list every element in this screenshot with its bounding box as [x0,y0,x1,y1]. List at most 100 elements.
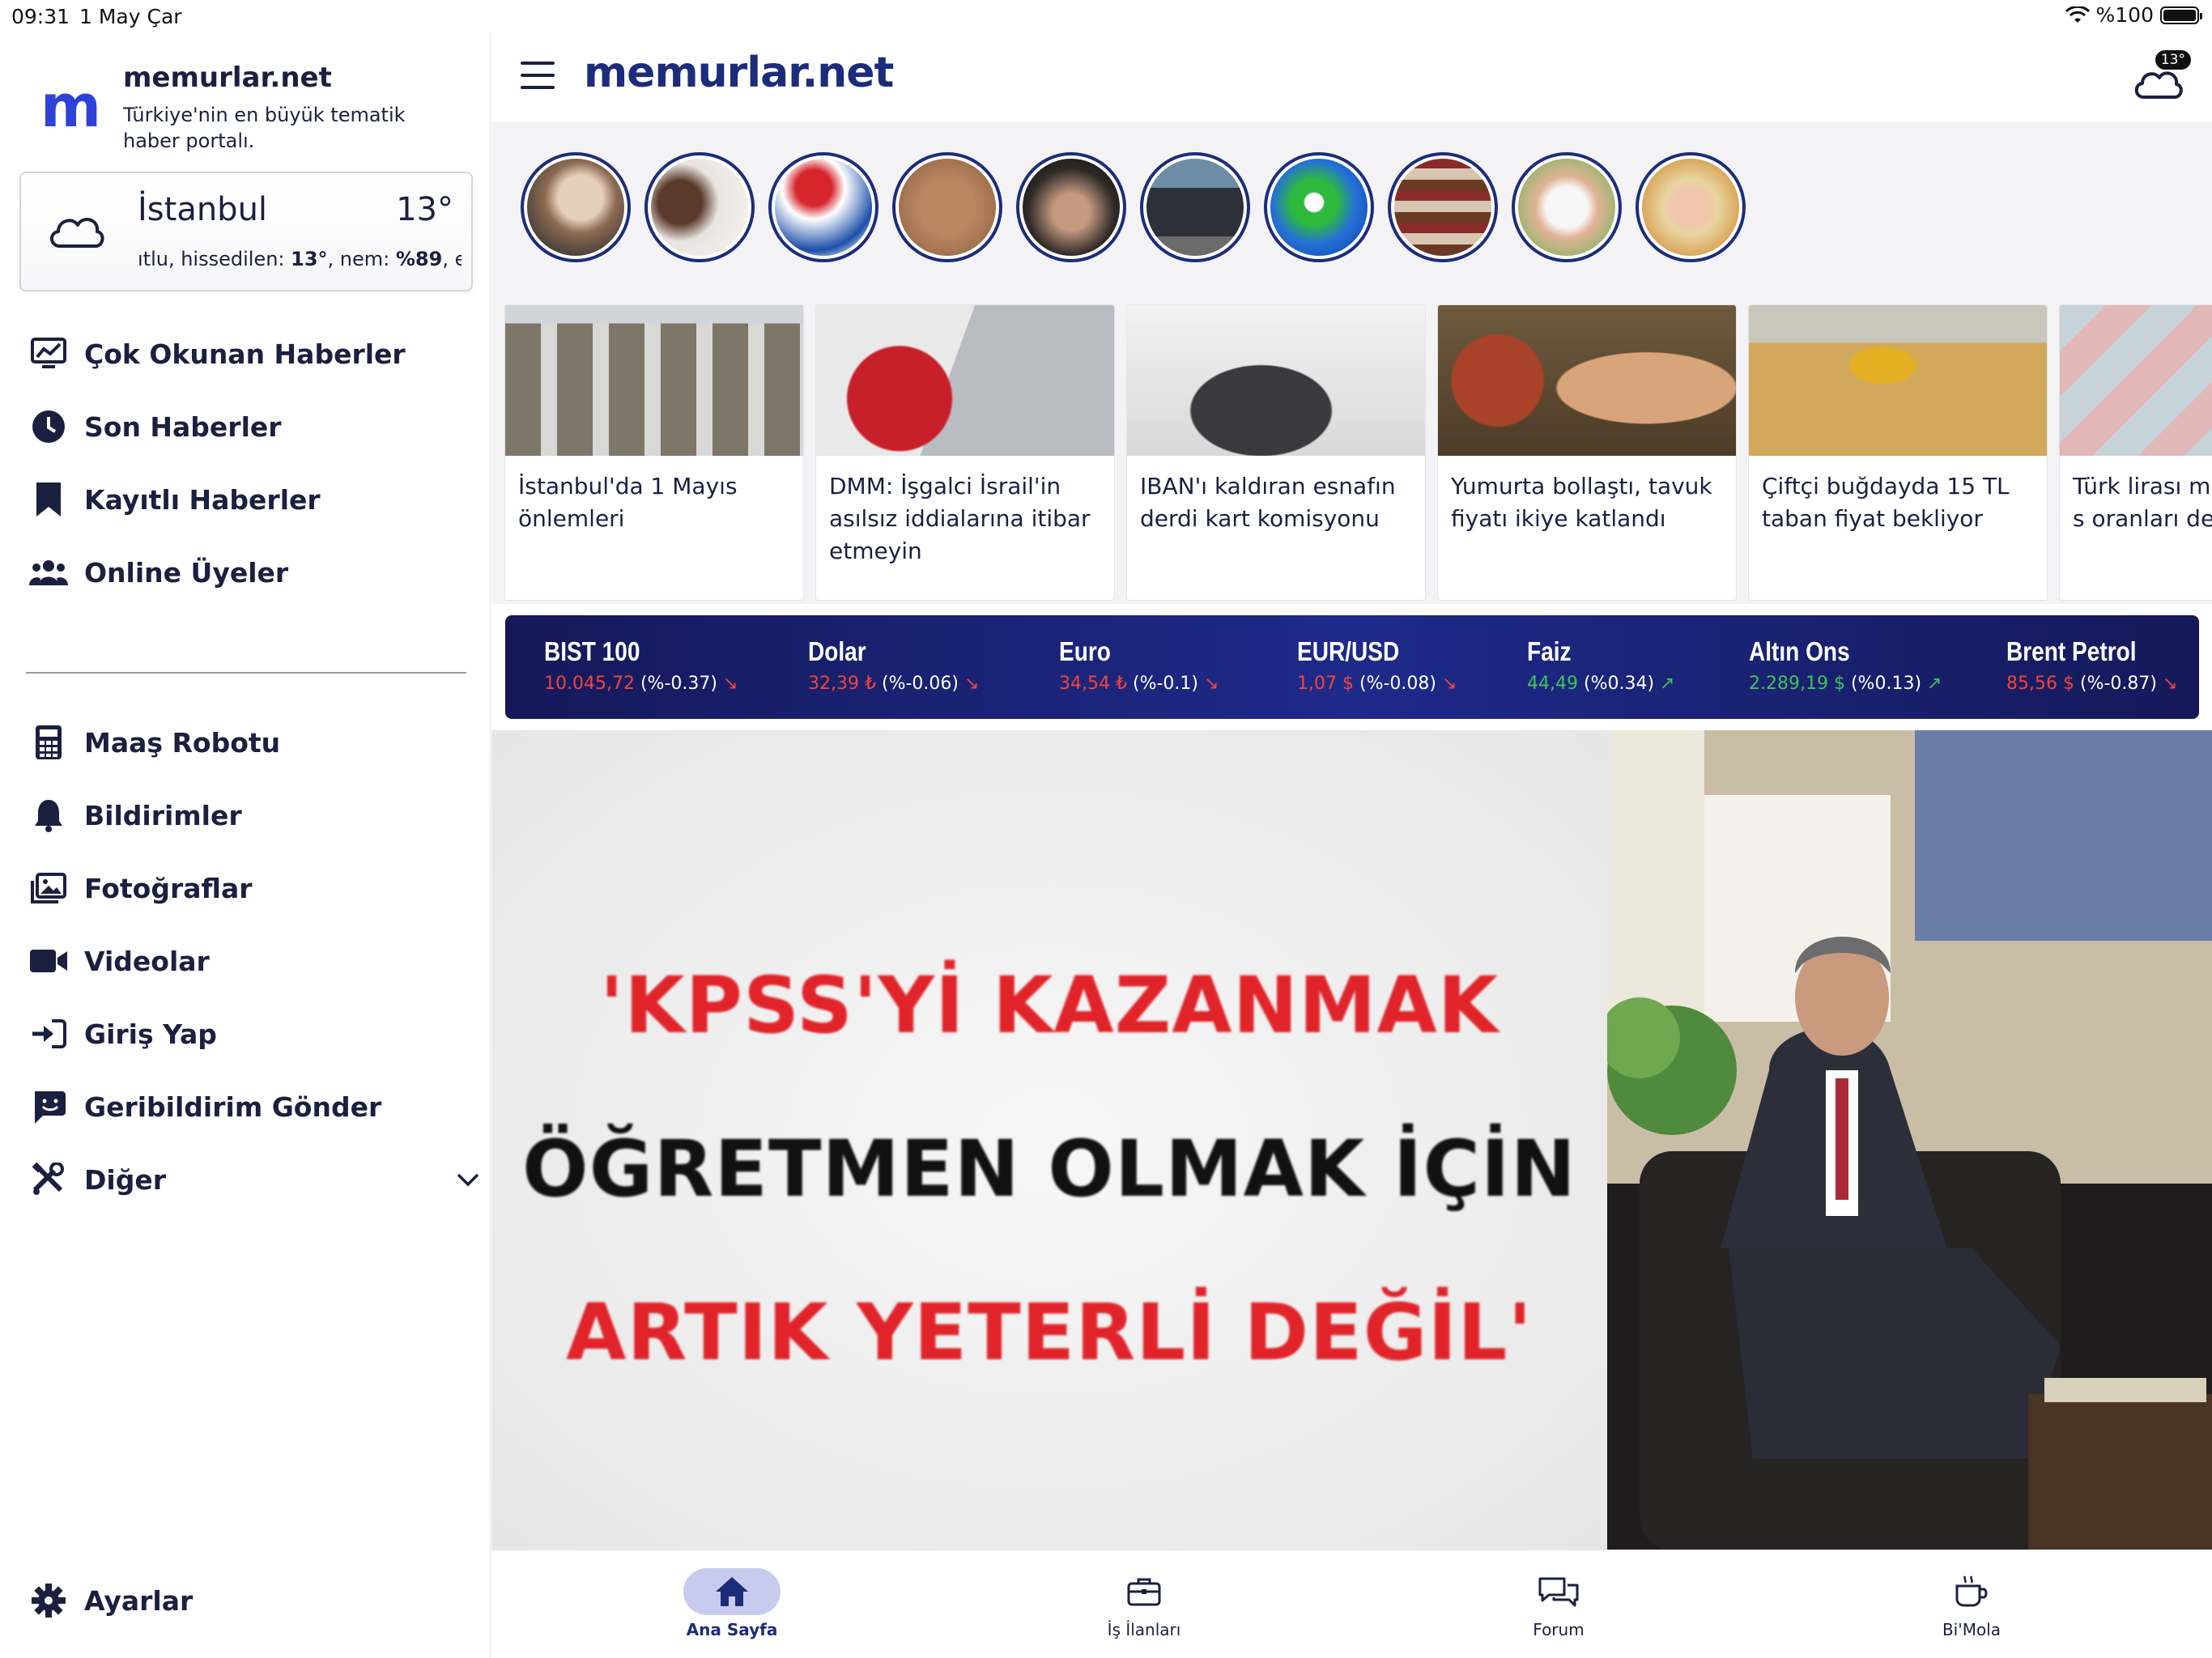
weather-card[interactable]: İstanbul 13° ıtlu, hissedilen: 13°, nem:… [19,172,473,291]
chevron-down-icon[interactable] [457,1172,479,1187]
news-card[interactable]: DMM: İşgalci İsrail'in asılsız iddiaları… [815,304,1115,601]
sidebar-item-label: Bildirimler [84,799,242,831]
login-icon [29,1014,68,1053]
ticker-item-altin-ons[interactable]: Altın Ons 2.289,19 $ (%0.13) ↗ [1749,636,1942,694]
sidebar-item-ayarlar[interactable]: Ayarlar [29,1564,483,1637]
story-item[interactable] [892,152,1002,262]
sidebar-brand[interactable]: m memurlar.net Türkiye'nin en büyük tema… [32,47,486,152]
ticker-value: 85,56 $ [2006,674,2074,694]
sidebar-item-online-uyeler[interactable]: Online Üyeler [29,536,483,609]
ticker-item-eurusd[interactable]: EUR/USD 1,07 $ (%-0.08) ↘ [1297,636,1457,694]
ticker-item-bist100[interactable]: BIST 100 10.045,72 (%-0.37) ↘ [544,636,738,694]
finance-ticker[interactable]: BIST 100 10.045,72 (%-0.37) ↘ Dolar 32,3… [505,615,2199,719]
ticker-name: Altın Ons [1749,636,1850,666]
ticker-item-brent-petrol[interactable]: Brent Petrol 85,56 $ (%-0.87) ↘ [2006,636,2177,694]
sidebar-menu-secondary: Maaş Robotu Bildirimler Fotoğraflar Vide… [29,706,483,1216]
stories-row [491,123,2212,293]
news-thumbnail [2060,305,2212,456]
story-item[interactable] [768,152,878,262]
news-card[interactable]: Yumurta bollaştı, tavuk fiyatı ikiye kat… [1437,304,1737,601]
header-logo[interactable]: memurlar.net [584,49,894,97]
feedback-icon [29,1087,68,1126]
sidebar-item-label: Giriş Yap [84,1018,217,1050]
ticker-item-euro[interactable]: Euro 34,54 ₺ (%-0.1) ↘ [1059,636,1219,694]
trending-chart-icon [29,334,68,373]
ticker-change: (%-0.1) [1132,674,1198,694]
ticker-item-dolar[interactable]: Dolar 32,39 ₺ (%-0.06) ↘ [808,636,979,694]
battery-icon [2160,6,2202,24]
news-thumbnail [1438,305,1736,456]
trend-down-icon: ↘ [1441,674,1457,694]
weather-temp: 13° [396,191,453,228]
news-card[interactable]: IBAN'ı kaldıran esnafın derdi kart komis… [1126,304,1426,601]
trend-down-icon: ↘ [1203,674,1219,694]
story-item[interactable] [1512,152,1622,262]
sidebar-item-kayitli[interactable]: Kayıtlı Haberler [29,463,483,536]
hamburger-menu-icon[interactable] [521,62,555,89]
sidebar-item-geribildirim[interactable]: Geribildirim Gönder [29,1070,483,1143]
brand-name: memurlar.net [123,62,332,94]
news-card[interactable]: Çiftçi buğdayda 15 TL taban fiyat bekliy… [1748,304,2048,601]
news-thumbnail [1127,305,1425,456]
news-title: Türk lirası m uygulanan s oranları değ [2073,473,2212,532]
news-carousel[interactable]: İstanbul'da 1 Mayıs önlemleri DMM: İşgal… [491,293,2212,604]
sidebar-item-videolar[interactable]: Videolar [29,925,483,997]
story-item[interactable] [1016,152,1126,262]
tab-pill [1095,1568,1193,1615]
briefcase-icon [1127,1578,1161,1606]
ticker-value: 2.289,19 $ [1749,674,1845,694]
users-icon [29,553,68,592]
tab-ana-sayfa[interactable]: Ana Sayfa [651,1568,813,1639]
story-item[interactable] [1140,152,1250,262]
tab-is-ilanlari[interactable]: İş İlanları [1063,1568,1225,1639]
news-card[interactable]: Türk lirası m uygulanan s oranları değ [2059,304,2212,601]
trend-up-icon: ↗ [1660,674,1675,694]
story-item[interactable] [1264,152,1374,262]
clock-icon [29,407,68,446]
story-item[interactable] [644,152,755,262]
sidebar: m memurlar.net Türkiye'nin en büyük tema… [0,32,491,1658]
sidebar-item-giris-yap[interactable]: Giriş Yap [29,997,483,1070]
bottom-tab-bar: Ana Sayfa İş İlanları Forum Bi'Mola [491,1550,2212,1658]
tab-pill [1510,1568,1607,1615]
calculator-icon [29,723,68,762]
news-card[interactable]: İstanbul'da 1 Mayıs önlemleri [504,304,804,601]
sidebar-item-diger[interactable]: Diğer [29,1143,483,1216]
tab-label: Bi'Mola [1942,1620,2001,1639]
sidebar-item-cok-okunan[interactable]: Çok Okunan Haberler [29,317,483,390]
hero-photo [1607,730,2212,1550]
battery-percent: %100 [2095,3,2154,27]
sidebar-item-bildirimler[interactable]: Bildirimler [29,779,483,852]
ticker-value: 34,54 ₺ [1059,674,1127,694]
tab-bimola[interactable]: Bi'Mola [1891,1568,2052,1639]
story-item[interactable] [521,152,631,262]
news-title: İstanbul'da 1 Mayıs önlemleri [518,473,738,532]
sidebar-item-label: Kayıtlı Haberler [84,483,321,516]
ticker-name: Brent Petrol [2006,636,2137,666]
header-weather-button[interactable]: 13° [2128,50,2193,107]
story-item[interactable] [1636,152,1746,262]
story-item[interactable] [1388,152,1498,262]
news-thumbnail [816,305,1114,456]
tools-icon [29,1160,68,1199]
sidebar-item-label: Ayarlar [84,1584,194,1617]
ticker-change: (%-0.37) [640,674,717,694]
status-right: %100 [2065,3,2202,27]
trend-down-icon: ↘ [963,674,980,694]
sidebar-item-fotograflar[interactable]: Fotoğraflar [29,852,483,925]
hero-line-1: 'KPSS'Yİ KAZANMAK [599,960,1499,1051]
brand-logo-icon: m [40,72,101,140]
status-date: 1 May Çar [79,5,182,28]
sidebar-item-son-haberler[interactable]: Son Haberler [29,390,483,463]
ticker-item-faiz[interactable]: Faiz 44,49 (%0.34) ↗ [1527,636,1674,694]
sidebar-item-label: Videolar [84,945,210,977]
wifi-icon [2065,6,2090,23]
tab-label: Ana Sayfa [686,1620,778,1639]
sidebar-item-label: Fotoğraflar [84,872,253,904]
sidebar-item-maas-robotu[interactable]: Maaş Robotu [29,706,483,779]
tab-forum[interactable]: Forum [1478,1568,1640,1639]
hero-news-image[interactable]: 'KPSS'Yİ KAZANMAK ÖĞRETMEN OLMAK İÇİN AR… [491,730,2212,1550]
ticker-change: (%0.34) [1583,674,1655,694]
news-thumbnail [1749,305,2047,456]
sidebar-item-label: Geribildirim Gönder [84,1090,382,1123]
